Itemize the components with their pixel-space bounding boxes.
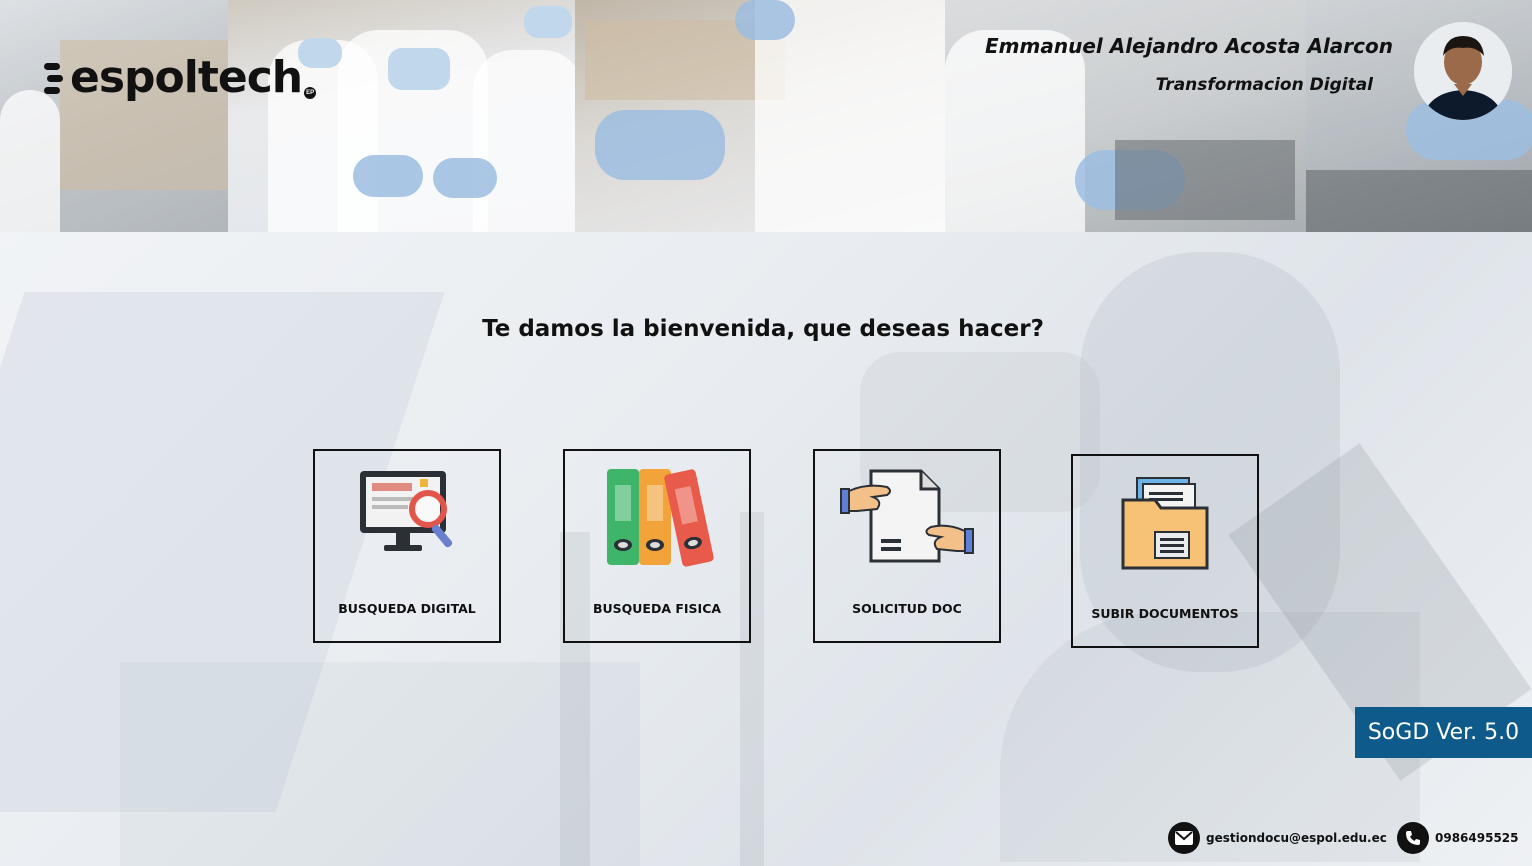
logo-text: espoltech [70,52,303,103]
user-name: Emmanuel Alejandro Acosta Alarcon [985,34,1393,58]
logo-mark-icon [44,63,63,94]
busqueda-digital-button[interactable]: BUSQUEDA DIGITAL [313,449,501,643]
folder-documents-icon [1121,477,1209,570]
card-label: SOLICITUD DOC [852,601,962,616]
welcome-heading: Te damos la bienvenida, que deseas hacer… [482,316,1044,342]
avatar-photo-icon [1414,22,1512,120]
logo-badge: EP [304,87,317,99]
card-label: SUBIR DOCUMENTOS [1091,606,1239,621]
solicitud-doc-button[interactable]: SOLICITUD DOC [813,449,1001,643]
espoltech-logo[interactable]: espoltech EP [42,52,317,103]
email-text: gestiondocu@espol.edu.ec [1206,831,1387,845]
card-label: BUSQUEDA DIGITAL [338,601,476,616]
mail-icon [1168,822,1200,854]
user-avatar[interactable] [1414,22,1512,120]
version-badge: SoGD Ver. 5.0 [1355,707,1532,758]
binders-icon [607,469,714,567]
phone-icon [1397,822,1429,854]
subir-documentos-button[interactable]: SUBIR DOCUMENTOS [1071,454,1259,648]
busqueda-fisica-button[interactable]: BUSQUEDA FISICA [563,449,751,643]
email-contact[interactable]: gestiondocu@espol.edu.ec [1168,822,1387,854]
user-department: Transformacion Digital [1155,75,1373,95]
phone-text: 0986495525 [1435,831,1519,845]
document-handover-icon [840,469,974,563]
card-label: BUSQUEDA FISICA [592,601,722,616]
phone-contact[interactable]: 0986495525 [1397,822,1519,854]
computer-search-icon [360,471,453,551]
